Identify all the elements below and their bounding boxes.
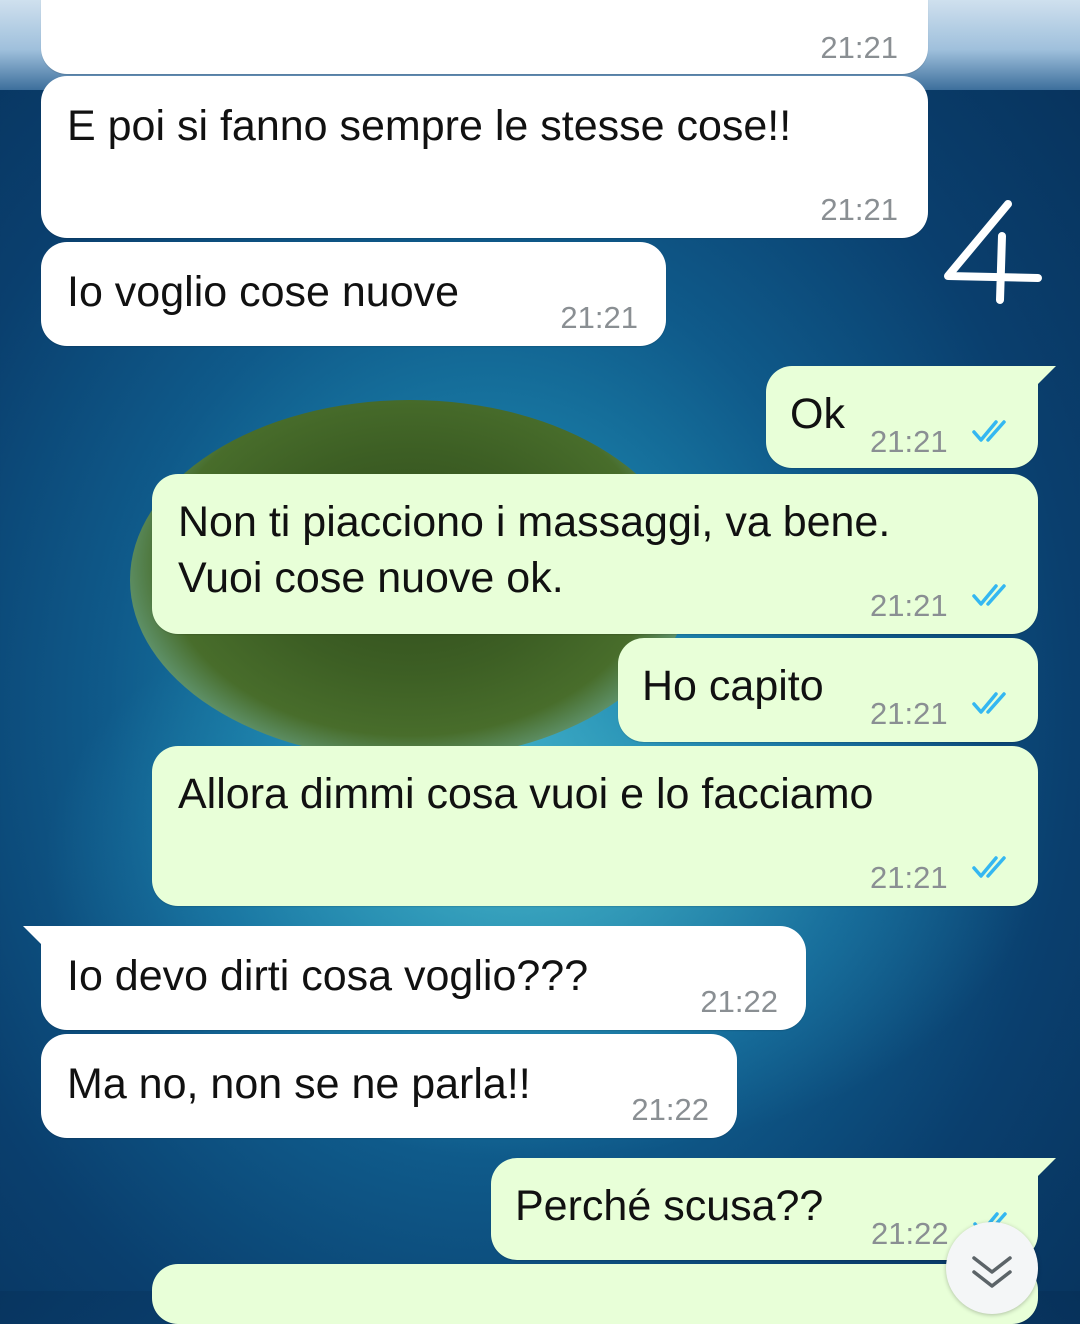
message-time: 21:21 xyxy=(870,588,948,623)
bubble-tail xyxy=(1034,1158,1056,1180)
message-incoming[interactable]: Ma no, non se ne parla!! 21:22 xyxy=(41,1034,737,1138)
double-check-icon xyxy=(972,420,1006,442)
message-time: 21:21 xyxy=(560,300,638,335)
message-text: Allora dimmi cosa vuoi e lo facciamo xyxy=(178,770,874,818)
message-time: 21:22 xyxy=(631,1092,709,1127)
chevron-double-down-icon xyxy=(972,1256,1012,1288)
svg-text:4: 4 xyxy=(940,196,941,197)
scroll-down-button[interactable] xyxy=(946,1222,1038,1314)
message-text: Ma no, non se ne parla!! xyxy=(67,1060,531,1108)
message-incoming[interactable]: E poi si fanno sempre le stesse cose!! 2… xyxy=(41,76,928,238)
message-text: Io devo dirti cosa voglio??? xyxy=(67,952,589,1000)
message-outgoing[interactable]: Ok 21:21 xyxy=(766,366,1056,468)
message-text: Perché scusa?? xyxy=(515,1182,824,1230)
message-time: 21:22 xyxy=(700,984,778,1019)
message-time: 21:21 xyxy=(870,860,948,895)
message-time: 21:22 xyxy=(871,1216,949,1251)
message-incoming[interactable]: 21:21 xyxy=(41,0,928,74)
message-time: 21:21 xyxy=(820,192,898,227)
bubble-tail xyxy=(1034,366,1056,388)
message-incoming[interactable]: Io devo dirti cosa voglio??? 21:22 xyxy=(23,926,806,1030)
message-incoming[interactable]: Io voglio cose nuove 21:21 xyxy=(41,242,666,346)
message-text: Ho capito xyxy=(642,662,824,710)
message-text-line: Vuoi cose nuove ok. xyxy=(178,554,564,602)
message-text-line: Non ti piacciono i massaggi, va bene. xyxy=(178,498,891,546)
message-text: Io voglio cose nuove xyxy=(67,268,460,316)
message-text: Ok xyxy=(790,390,845,438)
message-outgoing[interactable]: Allora dimmi cosa vuoi e lo facciamo 21:… xyxy=(152,746,1038,906)
message-outgoing-partial[interactable] xyxy=(152,1264,1038,1324)
message-text: E poi si fanno sempre le stesse cose!! xyxy=(67,102,792,150)
message-outgoing[interactable]: Non ti piacciono i massaggi, va bene. Vu… xyxy=(152,474,1038,634)
message-time: 21:21 xyxy=(870,696,948,731)
bubble-tail xyxy=(23,926,45,948)
message-time: 21:21 xyxy=(870,424,948,459)
message-time: 21:21 xyxy=(820,30,898,65)
message-outgoing[interactable]: Ho capito 21:21 xyxy=(618,638,1038,742)
double-check-icon xyxy=(972,856,1006,878)
handwritten-annotation: 4 xyxy=(940,196,1042,304)
double-check-icon xyxy=(972,692,1006,714)
double-check-icon xyxy=(972,584,1006,606)
